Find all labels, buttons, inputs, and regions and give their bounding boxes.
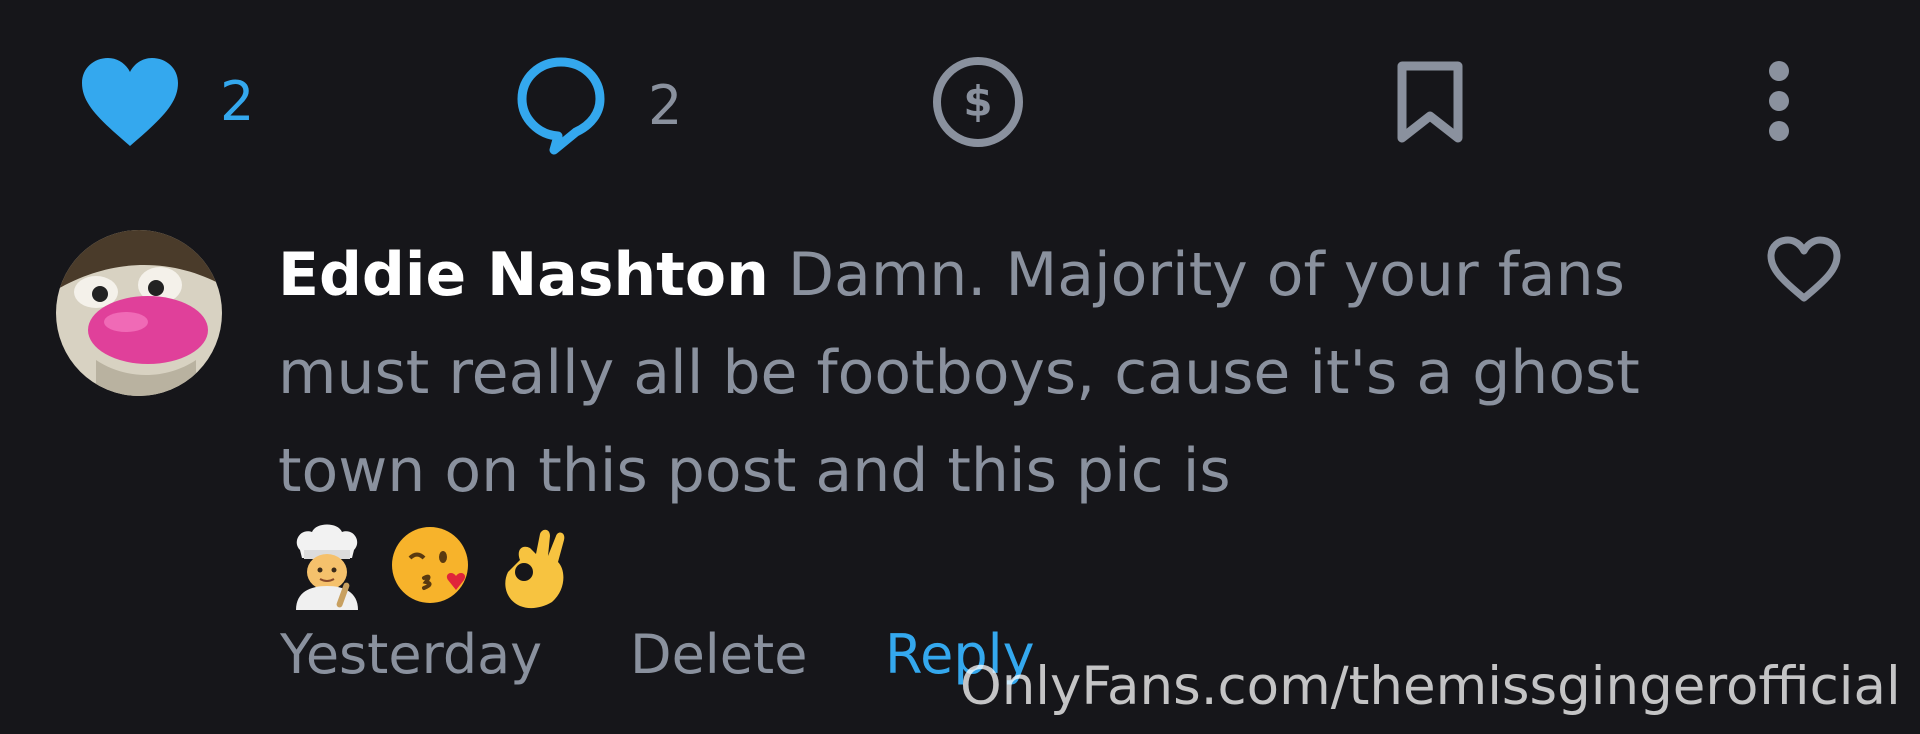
speech-bubble-icon: [516, 56, 606, 156]
svg-text:$: $: [963, 77, 992, 126]
bookmark-icon: [1394, 58, 1466, 146]
heart-filled-icon: [80, 56, 180, 148]
watermark: OnlyFans.com/themissgingerofficial: [960, 656, 1901, 717]
vertical-dots-icon: [1765, 60, 1793, 142]
chef-emoji: [282, 520, 372, 610]
dollar-circle-icon: $: [930, 54, 1026, 150]
comment-button[interactable]: 2: [516, 56, 682, 156]
comment-author[interactable]: Eddie Nashton: [278, 240, 769, 310]
kiss-wink-emoji: [386, 520, 476, 610]
comment-timestamp: Yesterday: [280, 623, 543, 686]
comment-like-button[interactable]: [1766, 236, 1842, 308]
like-count: 2: [220, 70, 255, 133]
bookmark-button[interactable]: [1394, 58, 1466, 146]
delete-button[interactable]: Delete: [630, 628, 807, 682]
comment-count: 2: [648, 74, 683, 137]
comment-emojis: [282, 520, 580, 610]
like-button[interactable]: 2: [80, 56, 254, 148]
comment-body: Eddie Nashton Damn. Majority of your fan…: [278, 226, 1658, 520]
heart-outline-icon: [1766, 236, 1842, 308]
ok-hand-emoji: [490, 520, 580, 610]
tip-button[interactable]: $: [930, 54, 1026, 150]
avatar[interactable]: [56, 230, 222, 396]
more-options-button[interactable]: [1765, 60, 1793, 142]
